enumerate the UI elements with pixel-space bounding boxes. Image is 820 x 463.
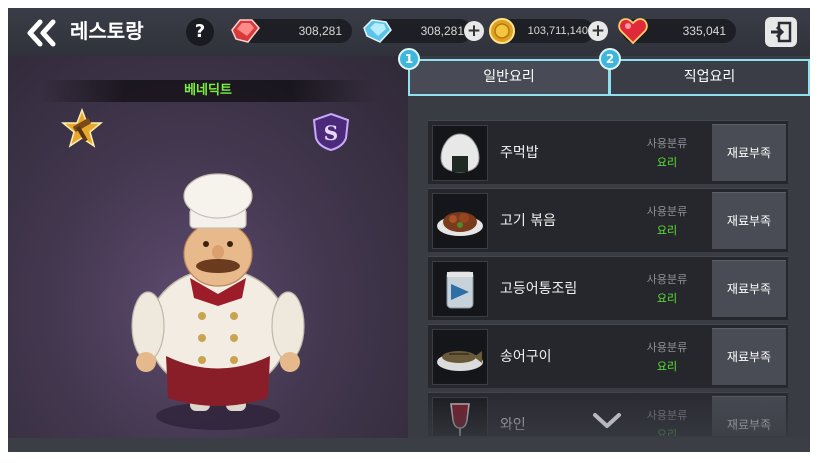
insufficient-materials-button[interactable]: 재료부족: [712, 124, 786, 181]
heart-count: 335,041: [682, 24, 726, 38]
insufficient-materials-button[interactable]: 재료부족: [712, 396, 786, 436]
tab-job-cooking[interactable]: 직업요리: [609, 59, 810, 96]
chef-character-image: [131, 173, 305, 430]
recipe-category-label: 사용분류: [646, 341, 688, 354]
bottom-strip: [8, 438, 810, 452]
grilled-trout-icon: [432, 329, 488, 385]
recipe-category-label: 사용분류: [646, 273, 688, 286]
tab-job-cooking-label: 직업요리: [683, 69, 736, 85]
recipe-category: 요리: [656, 360, 678, 373]
add-gold-button[interactable]: +: [588, 21, 608, 41]
double-chevron-left-icon: [27, 19, 56, 47]
recipe-category: 요리: [656, 292, 678, 305]
game-screen: 레스토랑 ? 308,281 308,281 + 103,711,140 + 3…: [8, 8, 810, 452]
page-title: 레스토랑: [70, 19, 144, 43]
red-gem-icon: [231, 19, 260, 43]
recipe-row[interactable]: 송어구이 사용분류 요리 재료부족: [428, 324, 788, 388]
insufficient-materials-button[interactable]: 재료부족: [712, 328, 786, 385]
tab-marker-1: 1: [398, 48, 420, 70]
recipe-category-label: 사용분류: [646, 205, 688, 218]
hammer-star-badge-icon: [60, 108, 104, 148]
stir-fried-meat-icon: [432, 193, 488, 249]
gold-count: 103,711,140: [527, 25, 588, 37]
recipe-category: 요리: [656, 224, 678, 237]
tab-marker-2: 2: [599, 48, 621, 70]
recipe-row[interactable]: 고기 볶음 사용분류 요리 재료부족: [428, 188, 788, 252]
character-panel: 베네딕트 S: [8, 56, 408, 438]
add-blue-gem-button[interactable]: +: [464, 21, 484, 41]
gold-coin-icon: [489, 18, 515, 44]
wine-icon: [432, 397, 488, 436]
s-shield-badge-icon: S: [312, 112, 350, 152]
recipe-name: 고등어통조림: [500, 281, 578, 297]
recipe-category-label: 사용분류: [646, 409, 688, 422]
character-name-bar: 베네딕트: [40, 80, 376, 102]
recipe-name: 주먹밥: [500, 145, 539, 161]
heart-gem-icon: [618, 18, 648, 45]
help-button[interactable]: ?: [186, 18, 214, 46]
svg-text:S: S: [324, 121, 338, 145]
recipe-panel: 일반요리 직업요리 1 2 주먹밥 사용분류 요리 재료부족 고기 볶음 사용분…: [398, 48, 810, 438]
recipe-row[interactable]: 고등어통조림 사용분류 요리 재료부족: [428, 256, 788, 320]
insufficient-materials-button[interactable]: 재료부족: [712, 260, 786, 317]
character-name: 베네딕트: [184, 83, 232, 98]
rice-ball-icon: [432, 125, 488, 181]
recipe-category: 요리: [656, 428, 678, 436]
canned-mackerel-icon: [432, 261, 488, 317]
recipe-category-label: 사용분류: [646, 137, 688, 150]
recipe-name: 와인: [500, 417, 526, 433]
exit-door-icon: [771, 21, 792, 43]
recipe-name: 고기 볶음: [500, 213, 556, 229]
tab-normal-cooking-label: 일반요리: [483, 69, 535, 85]
blue-gem-count: 308,281: [420, 24, 464, 38]
recipe-row[interactable]: 주먹밥 사용분류 요리 재료부족: [428, 120, 788, 184]
recipe-name: 송어구이: [500, 349, 552, 365]
chevron-down-icon[interactable]: [592, 412, 622, 430]
insufficient-materials-button[interactable]: 재료부족: [712, 192, 786, 249]
exit-button[interactable]: [765, 17, 797, 47]
back-button[interactable]: [26, 19, 60, 47]
tab-normal-cooking[interactable]: 일반요리: [408, 59, 610, 96]
blue-gem-icon: [363, 19, 392, 43]
red-gem-count: 308,281: [298, 24, 342, 38]
recipe-category: 요리: [656, 156, 678, 169]
recipe-list[interactable]: 주먹밥 사용분류 요리 재료부족 고기 볶음 사용분류 요리 재료부족 고등어통…: [408, 110, 810, 436]
